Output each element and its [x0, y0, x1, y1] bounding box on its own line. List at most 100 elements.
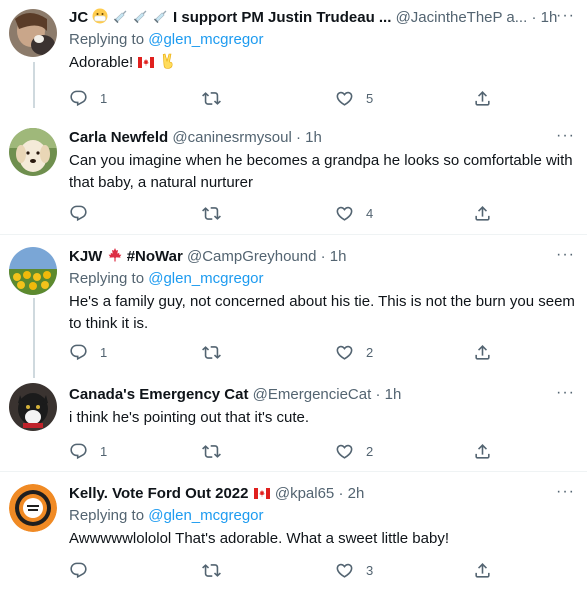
avatar[interactable] — [9, 383, 57, 431]
display-name[interactable]: Canada's Emergency Cat — [69, 386, 248, 403]
display-name[interactable]: JC — [69, 9, 88, 26]
maple-leaf-icon — [107, 247, 123, 267]
reply-count: 1 — [100, 443, 108, 459]
timestamp[interactable]: 2h — [348, 485, 365, 502]
retweet-button[interactable] — [202, 88, 233, 108]
tweet-actions: 4 — [69, 203, 509, 223]
like-count: 2 — [366, 443, 374, 459]
retweet-button[interactable] — [202, 342, 233, 362]
timestamp[interactable]: 1h — [330, 248, 347, 265]
user-handle[interactable]: @kpal65 — [275, 485, 334, 502]
replying-to: Replying to @glen_mcgregor — [69, 30, 575, 50]
like-button[interactable]: 2 — [335, 342, 373, 362]
share-button[interactable] — [473, 441, 492, 461]
replying-to-label: Replying to — [69, 270, 145, 287]
more-icon[interactable]: ··· — [545, 247, 575, 263]
tweet[interactable]: JC I support PM Justin Trudeau ... @Jaci… — [0, 0, 587, 118]
reply-icon — [69, 89, 88, 108]
retweet-icon — [202, 561, 221, 580]
display-name-suffix: #NoWar — [126, 248, 183, 265]
timestamp[interactable]: 1h — [305, 129, 322, 146]
tweet-text: He's a family guy, not concerned about h… — [69, 293, 575, 332]
share-icon — [473, 89, 492, 108]
victory-hand-icon — [160, 53, 176, 76]
share-button[interactable] — [473, 88, 492, 108]
reply-button[interactable]: 1 — [69, 88, 107, 108]
display-name[interactable]: Kelly. Vote Ford Out 2022 — [69, 485, 249, 502]
replying-to-link[interactable]: @glen_mcgregor — [148, 270, 263, 287]
user-handle[interactable]: @EmergencieCat — [253, 386, 372, 403]
reply-button[interactable] — [69, 560, 100, 580]
tweet-text-body: Adorable! — [69, 54, 134, 71]
like-count: 4 — [366, 205, 374, 221]
more-icon[interactable]: ··· — [545, 385, 575, 401]
syringe-icon — [133, 8, 149, 28]
reply-icon — [69, 204, 88, 223]
retweet-icon — [202, 442, 221, 461]
syringe-icon — [113, 8, 129, 28]
user-handle[interactable]: @caninesrmysoul — [172, 129, 291, 146]
replying-to-link[interactable]: @glen_mcgregor — [148, 507, 263, 524]
separator: · — [338, 485, 344, 502]
like-button[interactable]: 2 — [335, 441, 373, 461]
display-name-suffix: I support PM Justin Trudeau ... — [173, 9, 392, 26]
replying-to-link[interactable]: @glen_mcgregor — [148, 31, 263, 48]
avatar[interactable] — [9, 247, 57, 295]
share-button[interactable] — [473, 342, 492, 362]
tweet-header: Carla Newfeld @caninesrmysoul · 1h ··· — [69, 128, 575, 148]
separator: · — [531, 9, 537, 26]
separator: · — [295, 129, 301, 146]
syringe-icon — [153, 8, 169, 28]
like-button[interactable]: 3 — [335, 560, 373, 580]
tweet[interactable]: Kelly. Vote Ford Out 2022 @kpal65 · 2h ·… — [0, 472, 587, 590]
canada-flag-icon — [138, 57, 154, 68]
display-name[interactable]: KJW — [69, 248, 102, 265]
reply-feed: JC I support PM Justin Trudeau ... @Jaci… — [0, 0, 587, 590]
like-button[interactable]: 4 — [335, 203, 373, 223]
replying-to: Replying to @glen_mcgregor — [69, 506, 575, 526]
timestamp[interactable]: 1h — [385, 386, 402, 403]
retweet-icon — [202, 89, 221, 108]
share-icon — [473, 561, 492, 580]
share-icon — [473, 343, 492, 362]
reply-icon — [69, 561, 88, 580]
tweet-actions: 1 5 — [69, 88, 509, 108]
retweet-icon — [202, 204, 221, 223]
more-icon[interactable]: ··· — [545, 128, 575, 144]
user-handle[interactable]: @CampGreyhound — [187, 248, 316, 265]
avatar[interactable] — [9, 9, 57, 57]
tweet-header: Kelly. Vote Ford Out 2022 @kpal65 · 2h ·… — [69, 484, 575, 504]
reply-button[interactable]: 1 — [69, 441, 107, 461]
mask-face-icon — [92, 8, 108, 28]
like-button[interactable]: 5 — [335, 88, 373, 108]
like-count: 3 — [366, 562, 374, 578]
like-icon — [335, 89, 354, 108]
tweet-text: Awwwwwlololol That's adorable. What a sw… — [69, 530, 449, 547]
reply-button[interactable]: 1 — [69, 342, 107, 362]
reply-button[interactable] — [69, 203, 100, 223]
more-icon[interactable]: ··· — [545, 484, 575, 500]
retweet-button[interactable] — [202, 560, 233, 580]
tweet-header: Canada's Emergency Cat @EmergencieCat · … — [69, 385, 575, 405]
replying-to: Replying to @glen_mcgregor — [69, 269, 575, 289]
share-button[interactable] — [473, 203, 492, 223]
tweet-text: i think he's pointing out that it's cute… — [69, 409, 310, 426]
tweet[interactable]: KJW #NoWar @CampGreyhound · 1h ··· Reply… — [0, 235, 587, 373]
avatar[interactable] — [9, 128, 57, 176]
avatar[interactable] — [9, 484, 57, 532]
tweet-actions: 3 — [69, 560, 509, 580]
reply-count: 1 — [100, 90, 108, 106]
more-icon[interactable]: ··· — [545, 8, 575, 24]
share-button[interactable] — [473, 560, 492, 580]
retweet-icon — [202, 343, 221, 362]
tweet[interactable]: Carla Newfeld @caninesrmysoul · 1h ··· C… — [0, 118, 587, 234]
tweet-header: KJW #NoWar @CampGreyhound · 1h ··· — [69, 247, 575, 267]
retweet-button[interactable] — [202, 441, 233, 461]
retweet-button[interactable] — [202, 203, 233, 223]
reply-count: 1 — [100, 344, 108, 360]
user-handle[interactable]: @JacintheTheP a... — [396, 9, 528, 26]
replying-to-label: Replying to — [69, 507, 145, 524]
like-count: 5 — [366, 90, 374, 106]
tweet[interactable]: Canada's Emergency Cat @EmergencieCat · … — [0, 373, 587, 471]
display-name[interactable]: Carla Newfeld — [69, 129, 168, 146]
